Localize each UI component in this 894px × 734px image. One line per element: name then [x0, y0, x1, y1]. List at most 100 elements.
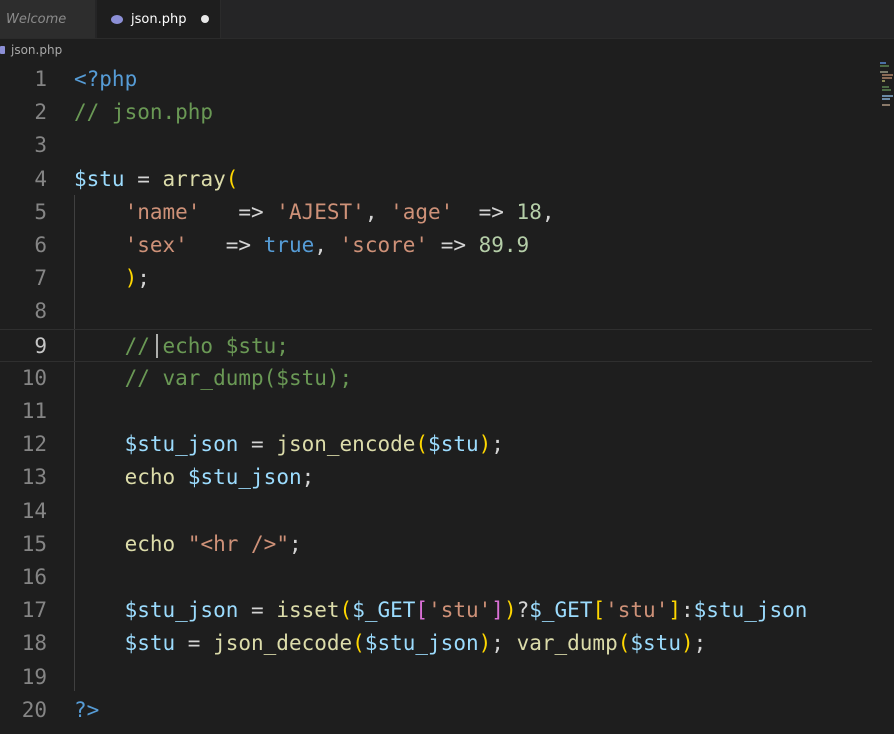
code-token: => — [428, 233, 479, 257]
code-token: var_dump — [516, 631, 618, 656]
line-number: 4 — [34, 166, 47, 191]
code-line[interactable]: 2 // json.php — [0, 96, 872, 129]
code-token: $stu_json — [187, 465, 302, 490]
code-token: 'stu' — [428, 598, 492, 623]
code-token: $stu — [630, 631, 681, 656]
line-number: 2 — [34, 100, 47, 125]
code-line[interactable]: 13 echo $stu_json; — [0, 461, 872, 494]
unsaved-changes-icon[interactable] — [201, 15, 209, 23]
code-line[interactable]: 15 echo "<hr />"; — [0, 528, 872, 561]
code-token: = — [238, 432, 277, 457]
code-line[interactable]: 18 $stu = json_decode($stu_json); var_du… — [0, 627, 872, 660]
code-token: <?php — [74, 67, 138, 91]
code-token: => — [187, 233, 264, 257]
code-token: json_decode — [213, 631, 353, 656]
code-token: 18 — [516, 199, 542, 224]
code-line[interactable]: 9 // echo $stu; — [0, 328, 872, 362]
code-token: ) — [680, 631, 694, 656]
code-line[interactable]: 14 — [0, 495, 872, 528]
code-token: ( — [339, 598, 353, 623]
code-token: $stu_json — [693, 598, 808, 623]
code-editor[interactable]: 1 <?php 2// json.php 3 4 $stu = array(5 'name… — [0, 63, 872, 734]
code-line[interactable]: 8 — [0, 295, 872, 328]
code-text: echo "<hr />"; — [74, 528, 302, 561]
code-token: isset — [276, 598, 340, 623]
code-token: ; — [301, 465, 315, 490]
code-line[interactable]: 16 — [0, 561, 872, 594]
code-text: $stu = array( — [74, 163, 238, 196]
code-token: = — [238, 598, 277, 623]
code-token: ?> — [74, 697, 100, 722]
line-number: 3 — [34, 133, 47, 158]
code-text: ?> — [74, 694, 99, 727]
code-token: echo — [124, 465, 176, 490]
code-line[interactable]: 12 $stu_json = json_encode($stu); — [0, 428, 872, 461]
code-token: ] — [491, 598, 504, 623]
code-token: = — [175, 631, 214, 656]
code-line[interactable]: 10 // var_dump($stu); — [0, 362, 872, 395]
code-line[interactable]: 7 ); — [0, 262, 872, 295]
code-token: $stu_json — [364, 631, 479, 656]
line-number: 12 — [21, 432, 47, 457]
code-line[interactable]: 6 'sex' => true, 'score' => 89.9 — [0, 229, 872, 262]
code-token: : — [681, 598, 694, 623]
code-token: $stu_json — [124, 432, 239, 457]
code-token: 'age' — [390, 199, 454, 224]
code-line[interactable]: 19 — [0, 661, 872, 694]
code-token: , — [314, 233, 340, 257]
code-token: $_GET — [529, 598, 593, 623]
code-token: ; — [137, 266, 150, 291]
code-token: $stu — [428, 432, 479, 457]
vertical-scrollbar[interactable] — [872, 63, 894, 734]
code-token: $stu — [124, 631, 176, 656]
code-token: ; — [491, 432, 504, 457]
tab-welcome[interactable]: Welcome — [0, 0, 96, 38]
tab-json-php[interactable]: json.php — [97, 0, 221, 38]
php-file-icon — [0, 46, 5, 54]
code-line[interactable]: 3 — [0, 129, 872, 162]
tab-welcome-label: Welcome — [6, 11, 67, 27]
code-token: json_encode — [276, 432, 416, 457]
line-number: 20 — [21, 697, 47, 722]
code-text: $stu_json = json_encode($stu); — [74, 428, 504, 461]
code-line[interactable]: 1 <?php — [0, 63, 872, 96]
php-file-icon — [111, 14, 123, 24]
code-token: 'name' — [124, 199, 201, 224]
code-text: $stu_json = isset($_GET['stu'])?$_GET['s… — [74, 594, 808, 627]
code-token: // echo $stu; — [124, 333, 289, 358]
code-token: ; — [288, 531, 302, 556]
tab-json-php-label: json.php — [131, 11, 187, 27]
code-token: ) — [478, 432, 492, 457]
text-cursor — [156, 333, 158, 358]
code-token: ; — [491, 631, 517, 656]
code-line[interactable]: 5 'name' => 'AJEST', 'age' => 18, — [0, 196, 872, 229]
breadcrumb-file[interactable]: json.php — [11, 43, 62, 57]
code-token: => — [200, 199, 277, 224]
line-number: 11 — [21, 399, 47, 423]
line-number: 15 — [21, 531, 47, 556]
code-line[interactable]: 4 $stu = array( — [0, 163, 872, 196]
code-text: 'name' => 'AJEST', 'age' => 18, — [74, 196, 555, 229]
tab-bar: Welcome json.php — [0, 0, 894, 39]
code-token: $stu_json — [124, 598, 239, 623]
code-token: = — [124, 166, 163, 191]
code-token: $_GET — [352, 598, 416, 623]
code-token: ( — [225, 166, 239, 191]
code-line[interactable]: 17 $stu_json = isset($_GET['stu'])?$_GET… — [0, 594, 872, 627]
line-number: 10 — [21, 365, 47, 390]
code-token: ] — [668, 598, 681, 623]
line-number: 8 — [34, 299, 47, 324]
line-number: 17 — [21, 598, 47, 623]
line-number: 9 — [34, 333, 47, 358]
code-token: array — [162, 166, 226, 191]
code-line[interactable]: 20 ?> — [0, 694, 872, 727]
code-text: 'sex' => true, 'score' => 89.9 — [74, 229, 530, 262]
code-line[interactable]: 11 — [0, 395, 872, 428]
